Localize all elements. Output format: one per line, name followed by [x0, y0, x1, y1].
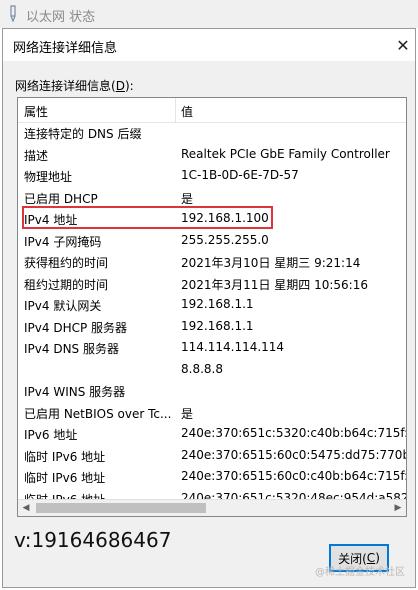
- property-name: 描述: [24, 148, 49, 163]
- column-header-property[interactable]: 属性: [24, 103, 48, 120]
- property-name: 已启用 DHCP: [24, 191, 98, 206]
- list-row[interactable]: 租约过期的时间 2021年3月11日 星期四 10:56:16: [18, 273, 406, 295]
- list-row[interactable]: 连接特定的 DNS 后缀: [18, 122, 406, 144]
- screen: 以太网 状态 网络连接详细信息 ✕ 网络连接详细信息(D): 属性 值 连接特定…: [0, 0, 418, 590]
- property-value: Realtek PCIe GbE Family Controller: [181, 146, 390, 161]
- list-row[interactable]: 8.8.8.8: [18, 359, 406, 381]
- network-details-dialog: 网络连接详细信息 ✕ 网络连接详细信息(D): 属性 值 连接特定的 DNS 后…: [2, 28, 416, 588]
- details-list-label: 网络连接详细信息(D):: [15, 79, 134, 93]
- property-name: IPv4 WINS 服务器: [24, 385, 126, 399]
- property-name: IPv6 地址: [24, 428, 78, 442]
- footer-contact-text: v:19164686467: [14, 528, 172, 552]
- list-row[interactable]: IPv6 地址 240e:370:651c:5320:c40b:b64c:715f…: [18, 423, 406, 445]
- property-name: 获得租约的时间: [24, 256, 109, 270]
- property-value: 2021年3月10日 星期三 9:21:14: [181, 256, 361, 270]
- property-name: 物理地址: [24, 170, 73, 184]
- property-name: IPv4 子网掩码: [24, 234, 102, 249]
- dialog-titlebar: 网络连接详细信息 ✕: [3, 29, 415, 61]
- watermark: @稀土掘金技术社区: [315, 567, 405, 578]
- property-value: 2021年3月11日 星期四 10:56:16: [181, 277, 368, 292]
- property-value: 192.168.1.1: [181, 297, 254, 311]
- details-accelerator-key: D: [115, 79, 125, 93]
- list-row[interactable]: IPv4 WINS 服务器: [18, 380, 406, 402]
- column-header-value[interactable]: 值: [181, 103, 193, 120]
- property-value: 240e:370:651c:5320:c40b:b64c:715f:6: [181, 426, 406, 440]
- property-value: 8.8.8.8: [181, 361, 223, 376]
- close-icon[interactable]: ✕: [391, 29, 415, 61]
- property-name: 已启用 NetBIOS over Tc...: [24, 406, 172, 421]
- property-value: 是: [181, 191, 194, 206]
- property-value: 192.168.1.1: [181, 318, 254, 333]
- list-header: 属性 值: [18, 98, 406, 123]
- list-body: 连接特定的 DNS 后缀 描述 Realtek PCIe GbE Family Co…: [18, 122, 406, 509]
- list-row[interactable]: 临时 IPv6 地址 240e:370:6515:60c0:c40b:b64c:7…: [18, 466, 406, 488]
- property-name: IPv4 默认网关: [24, 299, 102, 313]
- list-row[interactable]: 描述 Realtek PCIe GbE Family Controller: [18, 144, 406, 166]
- details-list[interactable]: 属性 值 连接特定的 DNS 后缀 描述 Realtek PCIe GbE Fami…: [17, 97, 407, 517]
- scroll-left-icon[interactable]: ◀: [18, 501, 34, 515]
- property-value: 1C-1B-0D-6E-7D-57: [181, 168, 299, 182]
- horizontal-scrollbar[interactable]: ◀ ▶: [18, 499, 406, 516]
- list-row[interactable]: 已启用 DHCP 是: [18, 187, 406, 209]
- scroll-right-icon[interactable]: ▶: [390, 501, 406, 515]
- list-row[interactable]: IPv4 默认网关 192.168.1.1: [18, 294, 406, 316]
- parent-window-titlebar: 以太网 状态: [0, 0, 418, 28]
- pen-icon: [10, 5, 16, 23]
- list-row[interactable]: 临时 IPv6 地址 240e:370:6515:60c0:5475:dd75:7…: [18, 445, 406, 467]
- highlight-annotation: [22, 206, 273, 229]
- property-name: IPv4 DHCP 服务器: [24, 320, 128, 335]
- list-row[interactable]: 获得租约的时间 2021年3月10日 星期三 9:21:14: [18, 251, 406, 273]
- property-value: 是: [181, 406, 194, 421]
- property-value: 240e:370:6515:60c0:c40b:b64c:715f:6: [181, 469, 406, 483]
- property-name: 连接特定的 DNS 后缀: [24, 127, 142, 141]
- parent-window-title: 以太网 状态: [26, 10, 96, 25]
- list-row[interactable]: 物理地址 1C-1B-0D-6E-7D-57: [18, 165, 406, 187]
- property-name: 租约过期的时间: [24, 277, 109, 292]
- dialog-title: 网络连接详细信息: [13, 41, 118, 56]
- list-row[interactable]: 已启用 NetBIOS over Tc... 是: [18, 402, 406, 424]
- property-value: 255.255.255.0: [181, 232, 269, 247]
- property-name: 临时 IPv6 地址: [24, 449, 106, 464]
- property-name: IPv4 DNS 服务器: [24, 342, 119, 356]
- property-value: 114.114.114.114: [181, 340, 285, 354]
- property-name: 临时 IPv6 地址: [24, 471, 106, 485]
- list-row[interactable]: IPv4 子网掩码 255.255.255.0: [18, 230, 406, 252]
- property-value: 240e:370:6515:60c0:5475:dd75:770b:: [181, 447, 406, 462]
- scrollbar-thumb[interactable]: [36, 503, 206, 513]
- list-row[interactable]: IPv4 DHCP 服务器 192.168.1.1: [18, 316, 406, 338]
- column-divider[interactable]: [175, 98, 176, 122]
- list-row[interactable]: IPv4 DNS 服务器 114.114.114.114: [18, 337, 406, 359]
